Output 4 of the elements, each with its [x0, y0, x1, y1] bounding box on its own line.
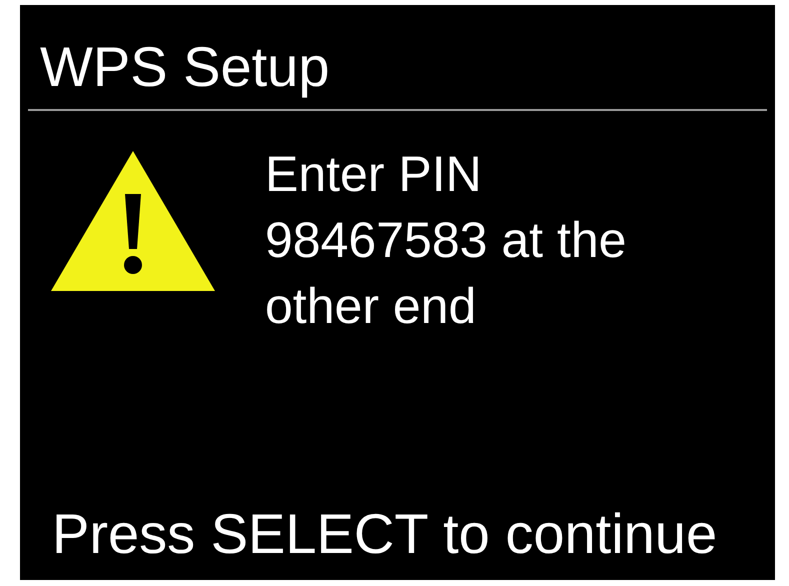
pin-message: Enter PIN 98467583 at the other end: [265, 145, 628, 336]
warning-icon: [50, 149, 216, 293]
screen-title: WPS Setup: [40, 37, 330, 97]
continue-hint: Press SELECT to continue: [52, 502, 718, 566]
